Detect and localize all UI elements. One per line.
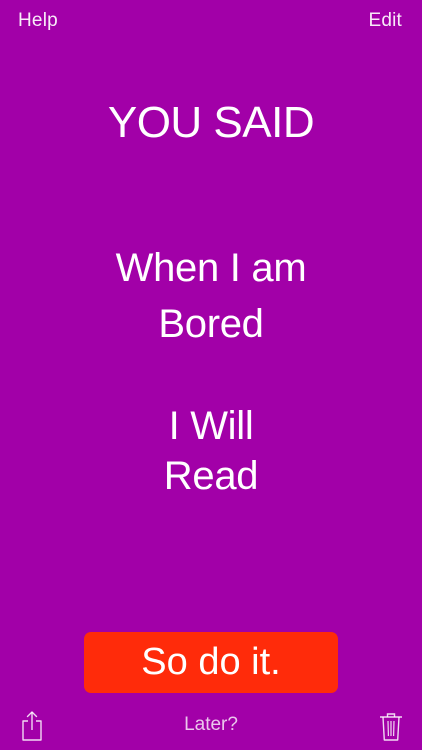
trigger-value: Bored: [158, 302, 264, 346]
action-label: I Will: [168, 404, 254, 448]
page-title: YOU SAID: [107, 98, 315, 147]
edit-button[interactable]: Edit: [368, 10, 402, 32]
trash-icon[interactable]: [378, 710, 404, 742]
later-link-row: Later?: [0, 714, 422, 736]
trigger-label: When I am: [115, 246, 307, 290]
help-button[interactable]: Help: [18, 10, 58, 32]
later-button[interactable]: Later?: [184, 714, 238, 735]
so-do-it-button[interactable]: So do it.: [84, 632, 338, 693]
action-value: Read: [163, 454, 259, 498]
goal-screen: Help Edit YOU SAID When I am Bored I Wil…: [0, 0, 422, 750]
